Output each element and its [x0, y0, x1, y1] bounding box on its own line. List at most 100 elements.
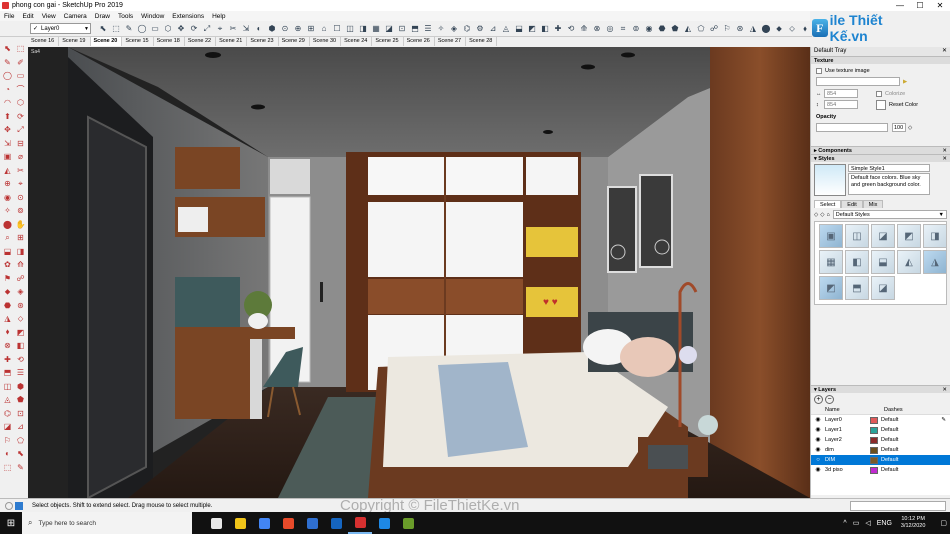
close-icon[interactable]: ✕: [942, 155, 950, 162]
paint-icon[interactable]: ◐: [253, 23, 265, 35]
tool-icon[interactable]: ⊕: [1, 177, 14, 191]
scene-tab[interactable]: Scene 24: [341, 37, 373, 46]
menu-tools[interactable]: Tools: [114, 13, 137, 20]
extension-warehouse-icon[interactable]: ⬧: [799, 23, 811, 35]
monochrome-icon[interactable]: ◈: [448, 23, 460, 35]
tool-icon[interactable]: ⌒: [14, 83, 27, 97]
style-thumbnail-item[interactable]: ◨: [923, 224, 947, 248]
style-thumbnail-item[interactable]: ⬓: [871, 250, 895, 274]
reset-color-swatch[interactable]: [876, 99, 886, 110]
eye-icon[interactable]: ◉: [811, 435, 825, 445]
delete-icon[interactable]: ⊗: [591, 23, 603, 35]
home-icon[interactable]: ⌂: [826, 212, 829, 218]
close-icon[interactable]: ✕: [942, 47, 950, 56]
style-thumbnail-item[interactable]: ⬒: [845, 276, 869, 300]
style-thumbnail-item[interactable]: ◮: [923, 250, 947, 274]
tool-icon[interactable]: ⟰: [14, 258, 27, 272]
language-indicator[interactable]: ENG: [877, 520, 892, 527]
opacity-value-field[interactable]: 100: [892, 123, 906, 132]
layers-dashes-header[interactable]: Dashes: [884, 406, 903, 414]
layers-name-header[interactable]: Name: [825, 406, 870, 414]
chevron-up-icon[interactable]: ^: [843, 520, 846, 527]
eye-icon[interactable]: ○: [811, 455, 825, 465]
wireframe-icon[interactable]: ⊡: [396, 23, 408, 35]
sandbox-icon[interactable]: ◬: [500, 23, 512, 35]
scene-tab[interactable]: Scene 27: [435, 37, 467, 46]
tool-icon[interactable]: ⬢: [14, 380, 27, 394]
union-icon[interactable]: ☍: [708, 23, 720, 35]
menu-view[interactable]: View: [38, 13, 60, 20]
layer-name[interactable]: Layer0: [825, 415, 870, 425]
rectangle-icon[interactable]: ▭: [149, 23, 161, 35]
style-thumbnail-item[interactable]: ▣: [819, 224, 843, 248]
tool-icon[interactable]: ⟳: [14, 110, 27, 124]
cut-icon[interactable]: ✂: [227, 23, 239, 35]
style-thumbnail-item[interactable]: ◧: [845, 250, 869, 274]
tool-icon[interactable]: ▭: [14, 69, 27, 83]
scene-tab[interactable]: Scene 15: [122, 37, 154, 46]
eye-icon[interactable]: ◉: [811, 465, 825, 475]
position-camera-icon[interactable]: ◧: [539, 23, 551, 35]
scene-tab[interactable]: Scene 16: [28, 37, 60, 46]
layer-color-swatch[interactable]: [870, 426, 878, 434]
intersect-icon[interactable]: ⬠: [695, 23, 707, 35]
tool-icon[interactable]: ⬆: [1, 110, 14, 124]
layer-dashes[interactable]: Default: [881, 465, 921, 475]
taskbar-clock[interactable]: 10:12 PM 3/12/2020: [901, 516, 925, 530]
scene-tab[interactable]: Scene 28: [466, 37, 498, 46]
sketchup-icon[interactable]: [348, 512, 372, 534]
pencil-icon[interactable]: ✎: [123, 23, 135, 35]
info-icon[interactable]: [5, 501, 13, 510]
menu-file[interactable]: File: [0, 13, 18, 20]
tool-icon[interactable]: ◠: [1, 96, 14, 110]
layer-name[interactable]: Layer1: [825, 425, 870, 435]
style-thumbnail-item[interactable]: ◪: [871, 276, 895, 300]
3d-viewport[interactable]: ♥ ♥ Sa4: [28, 47, 810, 498]
edge-icon[interactable]: [324, 512, 348, 534]
solid-icon[interactable]: ◭: [682, 23, 694, 35]
style-name-field[interactable]: Simple Style1: [848, 164, 930, 172]
maximize-button[interactable]: ☐: [910, 1, 930, 10]
tool-icon[interactable]: ✿: [1, 258, 14, 272]
tool-icon[interactable]: ◫: [1, 380, 14, 394]
tool-icon[interactable]: ◐: [1, 447, 14, 461]
opacity-slider[interactable]: [816, 123, 888, 132]
layer-row[interactable]: ◉ Layer0 Default ✎: [811, 415, 950, 425]
tape-icon[interactable]: ⌖: [214, 23, 226, 35]
tool-icon[interactable]: ✐: [14, 56, 27, 70]
tool-icon[interactable]: ⤢: [14, 123, 27, 137]
scene-tab[interactable]: Scene 19: [59, 37, 91, 46]
tool-icon[interactable]: ⊟: [14, 137, 27, 151]
geo-location-icon[interactable]: [15, 501, 23, 510]
tool-icon[interactable]: ⬚: [1, 461, 14, 475]
layer-color-swatch[interactable]: [870, 416, 878, 424]
target-icon[interactable]: ◎: [604, 23, 616, 35]
forward-icon[interactable]: ◇: [820, 212, 824, 218]
style-thumbnail-item[interactable]: ◫: [845, 224, 869, 248]
tab-mix[interactable]: Mix: [862, 200, 884, 208]
browse-icon[interactable]: ▶: [903, 79, 907, 85]
menu-window[interactable]: Window: [137, 13, 168, 20]
tool-icon[interactable]: ✥: [1, 123, 14, 137]
layer-dashes[interactable]: Default: [881, 435, 921, 445]
volume-icon[interactable]: ◁: [865, 519, 870, 527]
tool-icon[interactable]: ✧: [1, 204, 14, 218]
tool-icon[interactable]: ⬠: [14, 434, 27, 448]
layer-dashes[interactable]: Default: [881, 445, 921, 455]
chrome-icon[interactable]: [252, 512, 276, 534]
tool-icon[interactable]: ◪: [1, 420, 14, 434]
orbit-icon[interactable]: ⊙: [279, 23, 291, 35]
menu-extensions[interactable]: Extensions: [168, 13, 208, 20]
style-thumbnail-item[interactable]: ◩: [897, 224, 921, 248]
section-icon[interactable]: ◫: [344, 23, 356, 35]
axes-icon[interactable]: ⬣: [656, 23, 668, 35]
tool-icon[interactable]: ⬚: [14, 42, 27, 56]
tool-icon[interactable]: ⊙: [14, 191, 27, 205]
close-icon[interactable]: ✕: [942, 386, 950, 393]
tool-icon[interactable]: ✂: [14, 164, 27, 178]
layers-heading[interactable]: ▾ Layers ✕: [811, 385, 950, 393]
powerpoint-icon[interactable]: [276, 512, 300, 534]
reset-color-label[interactable]: Reset Color: [889, 102, 918, 108]
rotate-icon[interactable]: ⟳: [188, 23, 200, 35]
layer-dashes[interactable]: Default: [881, 425, 921, 435]
